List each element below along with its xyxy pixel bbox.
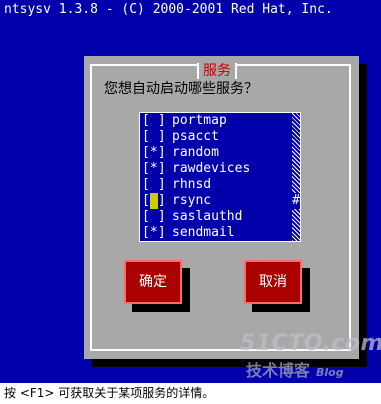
service-item-rhnsd[interactable]: [ ] rhnsd	[140, 177, 292, 193]
list-scrollbar[interactable]: #	[292, 113, 300, 241]
service-name: rawdevices	[172, 161, 251, 176]
service-checkbox[interactable]: [*]	[142, 225, 166, 241]
service-item-portmap[interactable]: [ ] portmap	[140, 113, 292, 129]
service-item-rsync[interactable]: [ ] rsync	[140, 193, 292, 209]
service-checkbox[interactable]: [ ]	[142, 129, 166, 145]
ok-button[interactable]: 确定	[124, 260, 182, 304]
service-checkbox[interactable]: [ ]	[142, 193, 166, 209]
service-checkbox[interactable]: [*]	[142, 161, 166, 177]
cancel-button-label: 取消	[259, 274, 287, 290]
service-checkbox[interactable]: [ ]	[142, 113, 166, 129]
watermark-blog: Blog	[316, 366, 344, 379]
service-item-rawdevices[interactable]: [*] rawdevices	[140, 161, 292, 177]
service-name: sendmail	[172, 225, 235, 240]
app-title: ntsysv 1.3.8 - (C) 2000-2001 Red Hat, In…	[4, 2, 333, 17]
service-checkbox[interactable]: [ ]	[142, 177, 166, 193]
cancel-button[interactable]: 取消	[244, 260, 302, 304]
status-help-text: 按 <F1> 可获取关于某项服务的详情。	[4, 386, 215, 400]
service-item-sendmail[interactable]: [*] sendmail	[140, 225, 292, 241]
scrollbar-thumb[interactable]: #	[292, 193, 300, 209]
service-name: saslauthd	[172, 209, 243, 224]
service-name: rhnsd	[172, 177, 212, 192]
dialog-title: 服务	[197, 63, 237, 79]
status-bar: 按 <F1> 可获取关于某项服务的详情。	[0, 383, 381, 404]
service-name: psacct	[172, 129, 219, 144]
service-name: random	[172, 145, 219, 160]
focus-cursor	[149, 193, 158, 209]
services-dialog: 服务 您想自动启动哪些服务？ [ ] portmap [ ] psacct [*…	[84, 56, 359, 359]
service-checkbox[interactable]: [ ]	[142, 209, 166, 225]
question-text: 您想自动启动哪些服务？	[104, 81, 258, 97]
service-name: portmap	[172, 113, 227, 128]
service-checkbox[interactable]: [*]	[142, 145, 166, 161]
service-item-saslauthd[interactable]: [ ] saslauthd	[140, 209, 292, 225]
service-item-psacct[interactable]: [ ] psacct	[140, 129, 292, 145]
service-name: rsync	[172, 193, 212, 208]
services-listbox[interactable]: [ ] portmap [ ] psacct [*] random [*] ra…	[140, 113, 300, 241]
ok-button-label: 确定	[139, 274, 167, 290]
service-item-random[interactable]: [*] random	[140, 145, 292, 161]
